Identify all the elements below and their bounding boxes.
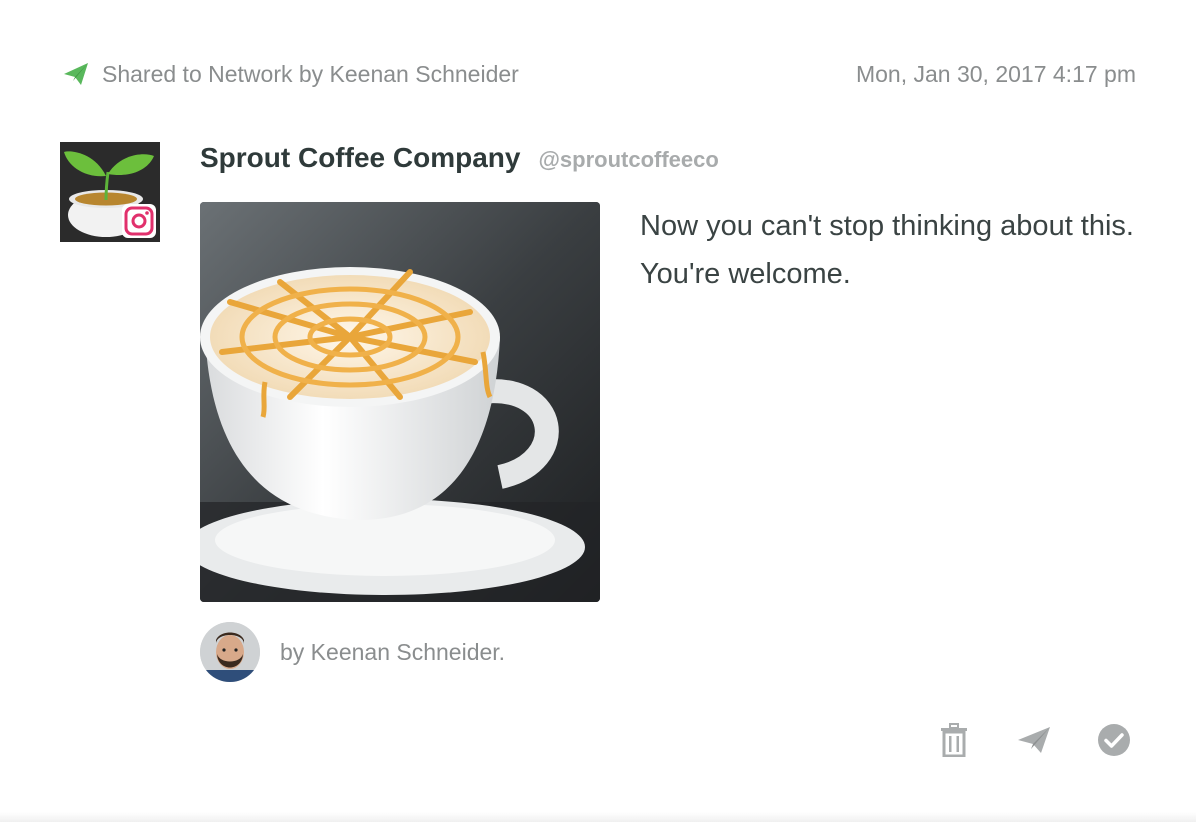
check-circle-icon (1097, 723, 1131, 762)
author-line: Sprout Coffee Company @sproutcoffeeco (200, 142, 719, 182)
send-button[interactable] (1014, 722, 1054, 762)
trash-icon (939, 722, 969, 762)
shared-text: Shared to Network by Keenan Schneider (102, 60, 519, 87)
paper-plane-icon (1017, 725, 1051, 760)
message-card: Shared to Network by Keenan Schneider Mo… (0, 0, 1196, 822)
action-bar (894, 722, 1134, 762)
timestamp: Mon, Jan 30, 2017 4:17 pm (855, 60, 1136, 87)
profile-name[interactable]: Sprout Coffee Company (200, 142, 520, 174)
paper-plane-icon (62, 60, 90, 88)
profile-avatar[interactable] (60, 142, 160, 242)
avatar[interactable] (200, 622, 260, 682)
post-photo[interactable] (200, 202, 600, 602)
post-message: Now you can't stop thinking about this. … (640, 210, 1134, 290)
card-header: Shared to Network by Keenan Schneider Mo… (62, 58, 1136, 90)
shared-info: Shared to Network by Keenan Schneider (62, 60, 519, 88)
complete-button[interactable] (1094, 722, 1134, 762)
byline-text: by Keenan Schneider. (280, 638, 506, 665)
delete-button[interactable] (934, 722, 974, 762)
byline: by Keenan Schneider. (200, 622, 505, 682)
card-bottom-edge (0, 812, 1196, 822)
profile-handle[interactable]: @sproutcoffeeco (538, 147, 718, 173)
